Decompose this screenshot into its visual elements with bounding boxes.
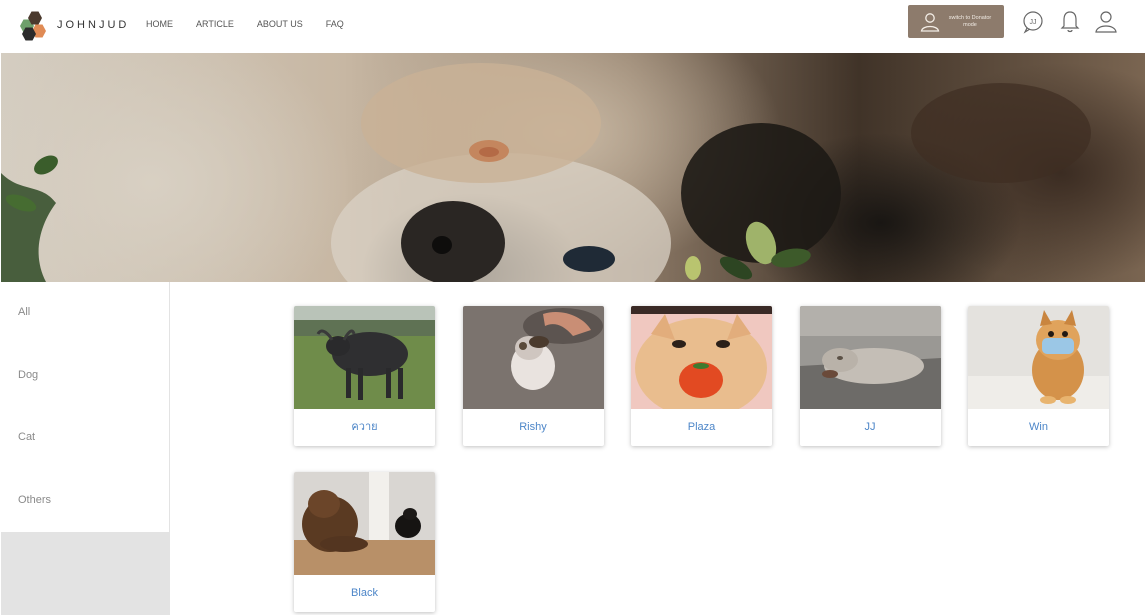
pet-card[interactable]: Win xyxy=(968,306,1109,446)
pet-name: Win xyxy=(1029,421,1048,433)
pet-card[interactable]: JJ xyxy=(799,306,941,446)
pet-photo-grey-cat xyxy=(799,306,941,409)
user-icon xyxy=(920,12,940,32)
category-others[interactable]: Others xyxy=(1,470,169,533)
pet-name: ควาย xyxy=(351,421,378,433)
chat-icon-text: JJ xyxy=(1030,19,1037,26)
pet-name: JJ xyxy=(864,421,876,433)
nav-about-us[interactable]: ABOUT US xyxy=(257,19,303,29)
pet-photo-poodle xyxy=(294,472,435,575)
nav-faq[interactable]: FAQ xyxy=(326,19,344,29)
category-cat[interactable]: Cat xyxy=(1,407,169,470)
main-nav: HOME ARTICLE ABOUT US FAQ xyxy=(146,19,344,29)
switch-mode-label: switch to Donator mode xyxy=(948,14,992,28)
category-sidebar: All Dog Cat Others xyxy=(1,282,170,615)
pet-name: Rishy xyxy=(519,421,547,433)
pet-card[interactable]: ควาย xyxy=(294,306,435,446)
pet-name: Plaza xyxy=(687,421,716,433)
profile-icon[interactable] xyxy=(1094,9,1118,35)
logo-icon xyxy=(19,10,51,41)
pet-card[interactable]: Rishy xyxy=(462,306,604,446)
hero-banner xyxy=(1,53,1145,282)
category-list: All Dog Cat Others xyxy=(1,282,169,532)
nav-home[interactable]: HOME xyxy=(146,19,173,29)
brand[interactable]: JOHNJUD xyxy=(19,10,130,41)
pet-photo-orange-cat xyxy=(631,306,772,409)
pet-photo-kitten xyxy=(462,306,604,409)
top-navbar: JOHNJUD HOME ARTICLE ABOUT US FAQ switch… xyxy=(0,0,1146,53)
chat-bubble-icon[interactable]: JJ xyxy=(1021,9,1045,35)
category-all[interactable]: All xyxy=(1,282,169,345)
cat-and-dog-hero-image xyxy=(1,63,1091,282)
pet-name: Black xyxy=(351,587,378,599)
bell-icon[interactable] xyxy=(1058,9,1082,35)
pet-card[interactable]: Plaza xyxy=(631,306,772,446)
pet-photo-buffalo xyxy=(294,306,435,409)
switch-mode-button[interactable]: switch to Donator mode xyxy=(908,5,1004,38)
brand-name: JOHNJUD xyxy=(57,19,130,31)
nav-article[interactable]: ARTICLE xyxy=(196,19,234,29)
pet-card[interactable]: Black xyxy=(294,472,435,612)
pet-card-grid: ควาย Rishy Plaza JJ Win Black xyxy=(294,306,1114,612)
category-dog[interactable]: Dog xyxy=(1,345,169,408)
pet-photo-pomeranian xyxy=(968,306,1109,409)
